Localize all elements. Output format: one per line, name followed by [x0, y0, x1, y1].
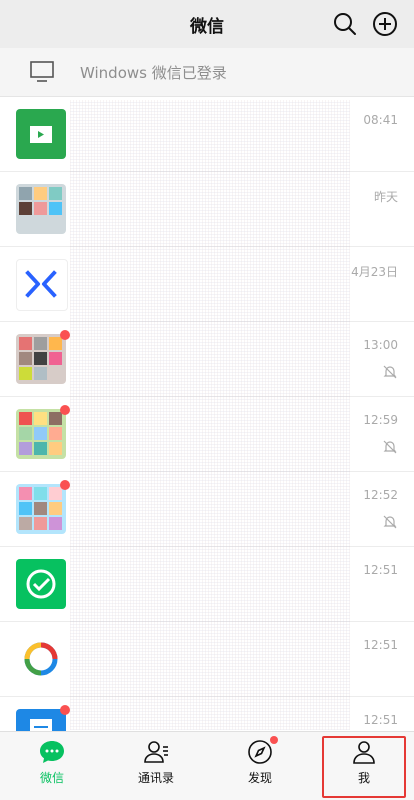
tab-label: 微信 [39, 771, 64, 785]
chat-time: 12:51 [363, 638, 398, 652]
chat-time: 昨天 [373, 190, 398, 204]
news-logo-icon [24, 642, 58, 676]
mute-bell-icon [382, 514, 398, 530]
chat-row[interactable]: 12:59 [0, 397, 414, 472]
tab-contacts[interactable]: 通讯录 [116, 738, 196, 798]
avatar [16, 480, 70, 534]
unread-dot [60, 705, 70, 715]
bottom-tab-bar: 微信 通讯录 发现 我 [0, 731, 414, 800]
avatar [16, 259, 68, 311]
tab-discover[interactable]: 发现 [220, 736, 300, 798]
avatar [16, 109, 66, 159]
chat-time: 13:00 [363, 338, 398, 352]
wechat-pay-icon [26, 569, 56, 599]
group-avatar-icon [19, 412, 62, 455]
chat-row[interactable]: 12:51 [0, 547, 414, 622]
chat-row[interactable]: 08:41 [0, 97, 414, 172]
chat-row[interactable]: 12:51 [0, 622, 414, 697]
group-avatar-icon [19, 487, 62, 530]
chat-row[interactable]: 12:52 [0, 472, 414, 547]
group-avatar-icon [19, 337, 62, 380]
chat-row[interactable]: 13:00 [0, 322, 414, 397]
app-logo-icon [25, 270, 57, 298]
chat-time: 12:51 [363, 563, 398, 577]
add-button[interactable] [371, 10, 399, 38]
banner-text: Windows 微信已登录 [80, 64, 227, 82]
avatar [16, 634, 66, 684]
chat-time: 12:59 [363, 413, 398, 427]
chat-time: 12:52 [363, 488, 398, 502]
tab-label: 发现 [247, 771, 272, 785]
top-bar: 微信 [0, 0, 414, 48]
monitor-icon [28, 60, 56, 84]
unread-dot [60, 480, 70, 490]
search-button[interactable] [331, 10, 359, 38]
chat-list: 08:41 昨天 4月23日 13:00 12:59 12:52 12:51 1… [0, 97, 414, 772]
person-icon [350, 738, 378, 766]
unread-dot [60, 405, 70, 415]
avatar [16, 559, 66, 609]
mute-bell-icon [382, 364, 398, 380]
tab-label: 我 [357, 771, 370, 785]
search-icon [334, 13, 356, 35]
plus-circle-icon [373, 12, 397, 36]
chat-row[interactable]: 4月23日 [0, 247, 414, 322]
chat-row[interactable]: 昨天 [0, 172, 414, 247]
avatar [16, 405, 70, 459]
contacts-icon [142, 738, 170, 766]
chat-time: 08:41 [363, 113, 398, 127]
tab-label: 通讯录 [137, 771, 174, 785]
chat-time: 4月23日 [351, 265, 398, 279]
mute-bell-icon [382, 439, 398, 455]
group-avatar-icon [19, 187, 62, 215]
avatar [16, 184, 66, 234]
chat-bubble-icon [38, 738, 66, 766]
desktop-login-banner[interactable]: Windows 微信已登录 [0, 48, 414, 97]
avatar [16, 330, 70, 384]
tab-me[interactable]: 我 [322, 736, 406, 798]
file-transfer-icon [30, 126, 52, 143]
tab-chats[interactable]: 微信 [12, 738, 92, 798]
chat-time: 12:51 [363, 713, 398, 727]
unread-dot [60, 330, 70, 340]
compass-icon [246, 736, 278, 766]
discover-badge-dot [270, 736, 278, 744]
